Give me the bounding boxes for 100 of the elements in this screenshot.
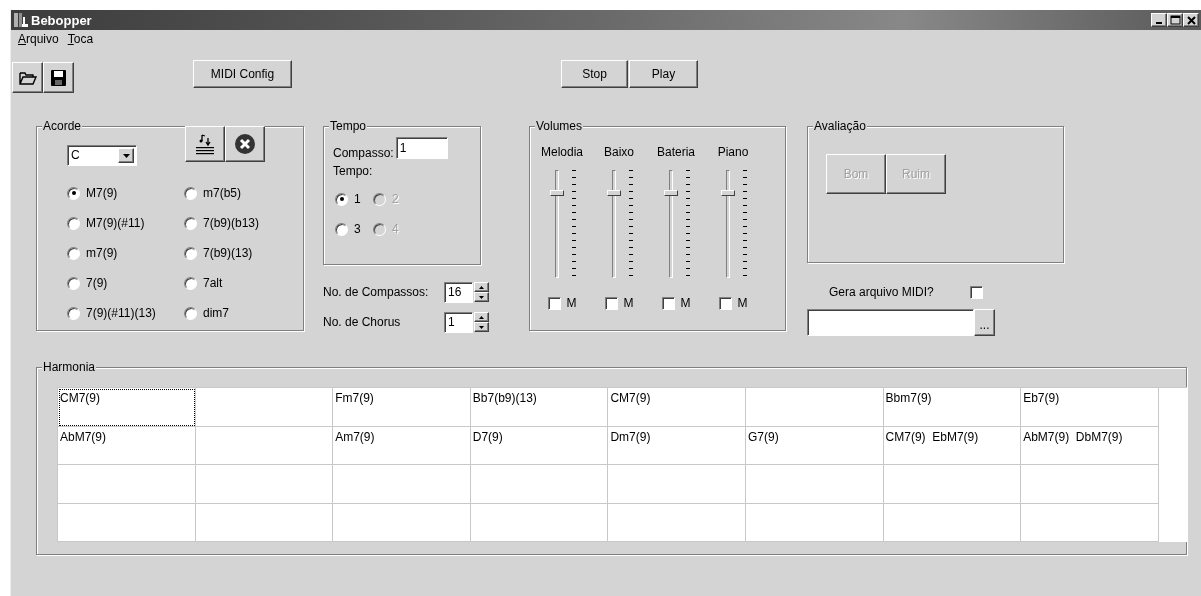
grid-cell[interactable]: Dm7(9) (608, 426, 746, 465)
grid-cell[interactable] (1021, 503, 1159, 542)
radio-label: 7alt (203, 276, 223, 290)
browse-button[interactable]: ... (974, 309, 995, 336)
close-icon (1184, 14, 1198, 26)
mute-label: M (623, 296, 634, 310)
radio-button[interactable] (67, 246, 80, 260)
compasso-field[interactable]: 1 (395, 137, 448, 159)
note-to-staff-icon (194, 133, 216, 155)
grid-cell[interactable] (608, 465, 746, 504)
grid-cell[interactable] (470, 503, 609, 542)
app-icon (13, 11, 29, 29)
dropdown-arrow-icon (122, 152, 131, 159)
up-arrow-icon (479, 285, 484, 289)
radio-label: M7(9) (86, 186, 118, 200)
mute-label: M (737, 296, 748, 310)
grid-cell[interactable]: CM7(9) (608, 388, 746, 427)
open-button[interactable] (12, 62, 43, 93)
grid-cell[interactable] (195, 465, 334, 504)
group-label: Acorde (42, 119, 83, 133)
number-field[interactable]: 1 (444, 311, 473, 333)
group-label: Avaliação (813, 119, 867, 133)
grid-cell[interactable]: CM7(9) EbM7(9) (883, 426, 1022, 465)
group-label: Harmonia (42, 360, 97, 374)
grid-cell[interactable] (745, 388, 884, 427)
grid-cell[interactable]: D7(9) (470, 426, 609, 465)
grid-cell[interactable] (333, 503, 471, 542)
grid-cell[interactable]: AbM7(9) DbM7(9) (1021, 426, 1159, 465)
checkbox-label: Gera arquivo MIDI? (829, 285, 935, 299)
field-label: Compasso: (333, 146, 394, 160)
grid-cell[interactable]: Eb7(9) (1021, 388, 1159, 427)
number-field[interactable]: 16 (444, 281, 473, 303)
spin-down-button[interactable] (474, 292, 489, 302)
slider-thumb[interactable] (721, 189, 735, 196)
grid-cell[interactable]: Fm7(9) (333, 388, 471, 427)
chord-root-dropdown[interactable]: C (67, 145, 137, 166)
spin-label: No. de Compassos: (323, 285, 430, 299)
mute-label: M (566, 296, 577, 310)
menu-item[interactable]: Toca (67, 32, 94, 46)
spin-up-button[interactable] (474, 282, 489, 292)
close-button[interactable] (1183, 13, 1199, 27)
stop-button[interactable]: Stop (561, 60, 628, 88)
grid-cell[interactable]: Am7(9) (333, 426, 471, 465)
mute-checkbox[interactable] (604, 296, 618, 310)
radio-label: 3 (354, 222, 361, 236)
grid-cell[interactable] (608, 503, 746, 542)
spin-up-button[interactable] (474, 312, 489, 322)
channel-label: Piano (717, 144, 749, 160)
mute-checkbox[interactable] (547, 296, 561, 310)
cancel-icon (234, 133, 256, 155)
radio-button[interactable] (335, 222, 348, 236)
radio-label: 7(b9)(13) (203, 246, 253, 260)
field-label: Tempo: (332, 163, 374, 178)
grid-cell[interactable]: Bbm7(9) (883, 388, 1022, 427)
radio-label: m7(9) (86, 246, 118, 260)
spin-down-button[interactable] (474, 322, 489, 332)
slider-thumb[interactable] (664, 189, 678, 196)
radio-label: 7(b9)(b13) (203, 216, 260, 230)
radio-button[interactable] (67, 306, 80, 320)
grid-cell[interactable] (745, 503, 884, 542)
grid-cell[interactable] (58, 465, 196, 504)
file-path-field[interactable] (807, 309, 974, 336)
grid-cell[interactable]: CM7(9) (58, 388, 196, 427)
slider-thumb[interactable] (607, 189, 621, 196)
insert-chord-button[interactable] (185, 126, 225, 162)
menu-item[interactable]: Arquivo (18, 32, 59, 46)
maximize-button[interactable] (1167, 13, 1183, 27)
mute-checkbox[interactable] (661, 296, 675, 310)
radio-button[interactable] (184, 276, 197, 290)
grid-cell[interactable]: Bb7(b9)(13) (470, 388, 609, 427)
grid-cell[interactable] (58, 503, 196, 542)
grid-cell[interactable] (1021, 465, 1159, 504)
slider-thumb[interactable] (550, 189, 564, 196)
midi-file-checkbox[interactable] (970, 285, 983, 299)
grid-cell[interactable] (470, 465, 609, 504)
grid-cell[interactable] (195, 503, 334, 542)
grid-cell[interactable] (195, 388, 334, 427)
grid-cell[interactable] (883, 465, 1022, 504)
radio-button[interactable] (67, 216, 80, 230)
channel-label: Baixo (604, 144, 634, 160)
mute-checkbox[interactable] (718, 296, 732, 310)
minimize-button[interactable] (1151, 13, 1167, 27)
group-label: Tempo (329, 119, 368, 133)
up-arrow-icon (479, 315, 484, 319)
channel-label: Melodia (541, 144, 583, 160)
grid-cell[interactable] (883, 503, 1022, 542)
radio-label: m7(b5) (203, 186, 241, 200)
delete-chord-button[interactable] (225, 126, 265, 162)
midi-config-button[interactable]: MIDI Config (193, 60, 292, 88)
play-button[interactable]: Play (629, 60, 698, 88)
spin-label: No. de Chorus (323, 315, 402, 329)
grid-cell[interactable] (333, 465, 471, 504)
grid-cell[interactable] (745, 465, 884, 504)
grid-cell[interactable] (195, 426, 334, 465)
group-label: Volumes (535, 119, 584, 133)
down-arrow-icon (479, 295, 484, 299)
grid-cell[interactable]: G7(9) (745, 426, 884, 465)
grid-cell[interactable]: AbM7(9) (58, 426, 196, 465)
maximize-icon (1168, 14, 1182, 26)
save-button[interactable] (43, 62, 74, 93)
